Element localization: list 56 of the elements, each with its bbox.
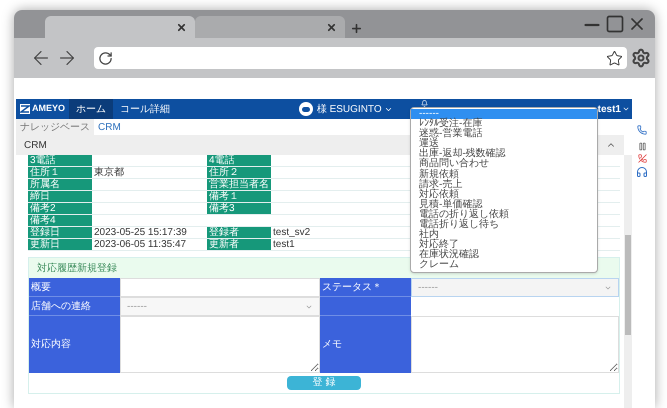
maximize-icon[interactable] <box>605 14 625 34</box>
hang-up-icon[interactable] <box>638 154 646 163</box>
field-label: 所属名 <box>28 179 92 190</box>
field-label: 備考2 <box>28 203 92 214</box>
field-label: 備考１ <box>207 191 271 202</box>
bookmark-star-icon[interactable] <box>606 50 623 66</box>
nav-tab[interactable]: コール詳細 <box>113 99 178 119</box>
dropdown-option[interactable]: 見積-単価確認 <box>411 200 597 210</box>
phone-icon[interactable] <box>637 125 647 135</box>
field-value: 2023-05-25 15:17:39 <box>93 227 188 238</box>
app-logo: AMEYO <box>16 102 70 116</box>
field-label: 備考4 <box>28 215 92 226</box>
field-label: 登録者 <box>207 227 271 238</box>
reload-icon[interactable] <box>98 50 113 66</box>
field-label: 4電話 <box>207 155 271 166</box>
field-label: 営業担当者名 <box>207 179 271 190</box>
field-label: 備考3 <box>207 203 271 214</box>
field-label: 住所２ <box>207 167 271 178</box>
field-label: 更新者 <box>207 239 271 250</box>
form-label: ステータス＊ <box>320 278 411 297</box>
field-label: 更新日 <box>28 239 92 250</box>
settings-icon[interactable] <box>631 48 651 68</box>
field-label: 登録日 <box>28 227 92 238</box>
dropdown-option[interactable]: 商品問い合わせ <box>411 159 597 170</box>
dropdown-option[interactable]: 新規依頼 <box>411 170 597 180</box>
form-label: 対応内容 <box>29 316 120 373</box>
field-value: test_sv2 <box>272 227 312 238</box>
form-label: 店舗への連絡 <box>29 297 120 316</box>
new-tab-icon[interactable] <box>350 22 363 35</box>
form-label: 概要 <box>29 278 120 297</box>
field-value: 東京都 <box>93 167 125 178</box>
close-icon[interactable] <box>176 22 187 32</box>
logo-icon <box>20 104 30 114</box>
caret-icon <box>622 105 630 113</box>
dropdown-option[interactable]: 在庫状況確認 <box>411 250 597 260</box>
field-value: 2023-06-05 11:35:47 <box>93 239 188 250</box>
panel-title: CRM <box>24 138 47 152</box>
dropdown-option[interactable]: クレーム <box>411 260 597 270</box>
headset-icon[interactable] <box>636 166 648 178</box>
field-value: test1 <box>272 239 296 250</box>
user-menu[interactable]: 様 ESUGINTO <box>316 102 393 116</box>
chat-icon[interactable] <box>298 102 313 116</box>
field-label: 住所１ <box>28 167 92 178</box>
dropdown-option[interactable]: 請求-売上 <box>411 180 597 190</box>
bell-icon[interactable] <box>420 100 428 107</box>
close-icon[interactable] <box>326 22 337 32</box>
nav-tab[interactable]: ホーム <box>69 99 114 119</box>
field-label: 3電話 <box>28 155 92 166</box>
field-label: 締日 <box>28 191 92 202</box>
dropdown-option[interactable]: 迷惑-営業電話 <box>411 129 597 140</box>
summary-input[interactable] <box>120 278 320 297</box>
form-label: メモ <box>320 316 411 373</box>
breadcrumb-tab[interactable]: CRM <box>94 119 125 135</box>
pause-icon[interactable] <box>638 142 646 151</box>
dropdown-option[interactable]: 対応依頼 <box>411 190 597 200</box>
breadcrumb-tab[interactable]: ナレッジベース <box>16 119 94 135</box>
